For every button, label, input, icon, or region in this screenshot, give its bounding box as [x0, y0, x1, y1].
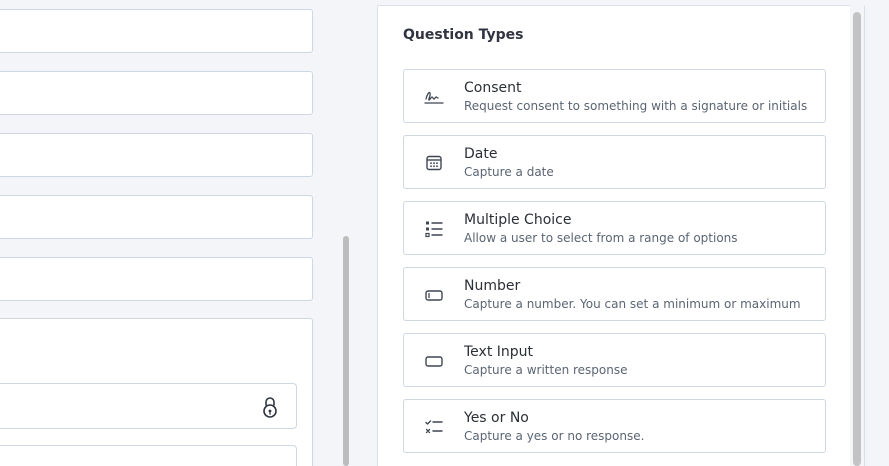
- calendar-icon: [426, 155, 442, 171]
- yes-no-icon: [425, 420, 443, 434]
- question-type-description: Request consent to something with a sign…: [464, 99, 808, 113]
- question-type-multiple-choice[interactable]: Multiple Choice Allow a user to select f…: [403, 201, 826, 255]
- question-type-title: Yes or No: [464, 410, 529, 426]
- question-type-title: Text Input: [464, 344, 534, 360]
- form-preview-scrollbar-thumb[interactable]: [343, 236, 349, 466]
- question-type-description: Capture a date: [464, 165, 554, 179]
- list-options-icon: [425, 221, 443, 238]
- form-field-5[interactable]: [0, 257, 313, 301]
- form-builder-screen: Question Types Consent Request consent t…: [0, 0, 889, 466]
- question-type-title: Number: [464, 278, 521, 294]
- form-preview-pane: [0, 0, 336, 466]
- question-type-text-input[interactable]: Text Input Capture a written response: [403, 333, 826, 387]
- question-type-description: Allow a user to select from a range of o…: [464, 231, 738, 245]
- form-field-1[interactable]: [0, 9, 313, 53]
- question-type-number[interactable]: Number Capture a number. You can set a m…: [403, 267, 826, 321]
- panel-title: Question Types: [403, 27, 524, 43]
- lock-icon: [263, 397, 277, 418]
- question-type-description: Capture a number. You can set a minimum …: [464, 297, 801, 311]
- question-type-consent[interactable]: Consent Request consent to something wit…: [403, 69, 826, 123]
- question-types-scrollbar-thumb[interactable]: [853, 12, 861, 466]
- question-type-date[interactable]: Date Capture a date: [403, 135, 826, 189]
- locked-field-2[interactable]: [0, 445, 297, 466]
- question-type-title: Consent: [464, 80, 522, 96]
- question-types-panel: Question Types Consent Request consent t…: [377, 5, 865, 466]
- question-type-description: Capture a yes or no response.: [464, 429, 645, 443]
- text-input-icon: [425, 356, 443, 367]
- signature-icon: [424, 91, 444, 104]
- question-type-title: Multiple Choice: [464, 212, 572, 228]
- form-field-4[interactable]: [0, 195, 313, 239]
- question-type-description: Capture a written response: [464, 363, 628, 377]
- question-type-yes-no[interactable]: Yes or No Capture a yes or no response.: [403, 399, 826, 453]
- number-input-icon: [425, 290, 443, 301]
- form-field-3[interactable]: [0, 133, 313, 177]
- question-type-title: Date: [464, 146, 498, 162]
- locked-field[interactable]: [0, 383, 297, 429]
- form-field-2[interactable]: [0, 71, 313, 115]
